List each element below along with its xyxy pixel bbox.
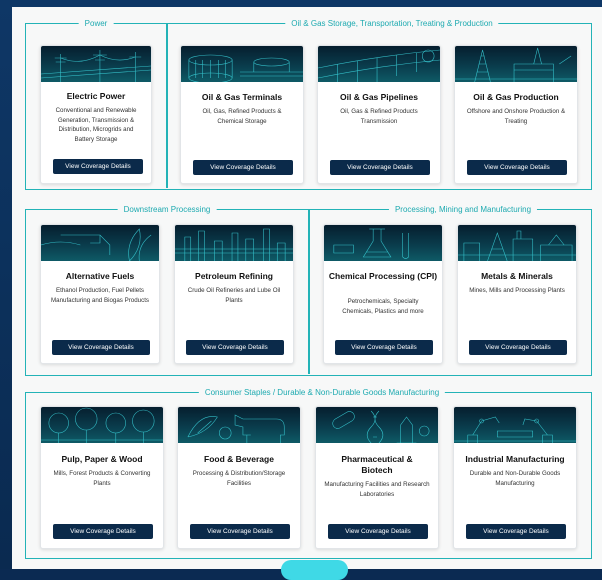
card-title: Oil & Gas Terminals [201,92,283,102]
card-title: Industrial Manufacturing [465,454,565,464]
fuel-nozzle-icon [41,225,159,261]
trees-icon [41,407,163,443]
card-metals-minerals: Metals & Minerals Mines, Mills and Proce… [457,224,577,364]
group-title-oilgas: Oil & Gas Storage, Transportation, Treat… [285,17,499,30]
card-oil-gas-production: Oil & Gas Production Offshore and Onshor… [454,45,578,184]
view-coverage-button[interactable]: View Coverage Details [469,340,567,355]
card-oil-gas-pipelines: Oil & Gas Pipelines Oil, Gas & Refined P… [317,45,441,184]
card-title: Pharmaceutical & Biotech [341,454,413,475]
view-coverage-button[interactable]: View Coverage Details [335,340,433,355]
card-title: Petroleum Refining [195,271,273,281]
card-electric-power: Electric Power Conventional and Renewabl… [40,45,152,184]
group-divider [166,24,168,188]
card-oil-gas-terminals: Oil & Gas Terminals Oil, Gas, Refined Pr… [180,45,304,184]
group-title-downstream: Downstream Processing [117,203,217,216]
card-title: Alternative Fuels [65,271,135,281]
mining-plant-icon [458,225,576,261]
card-description: Durable and Non-Durable Goods Manufactur… [469,470,561,487]
group-consumer-staples: Consumer Staples / Durable & Non-Durable… [25,386,592,559]
card-description: Oil, Gas, Refined Products & Chemical St… [202,108,282,125]
view-coverage-button[interactable]: View Coverage Details [467,160,567,175]
card-description: Ethanol Production, Fuel Pellets Manufac… [50,287,150,304]
group-title-consumer: Consumer Staples / Durable & Non-Durable… [198,386,446,399]
scroll-tab[interactable] [281,560,348,580]
pipeline-icon [318,46,440,82]
card-food-beverage: Food & Beverage Processing & Distributio… [177,406,301,549]
card-petroleum-refining: Petroleum Refining Crude Oil Refineries … [174,224,294,364]
group-divider [308,210,310,374]
storage-tank-icon [181,46,303,82]
view-coverage-button[interactable]: View Coverage Details [52,340,150,355]
pills-icon [316,407,438,443]
card-industrial-manufacturing: Industrial Manufacturing Durable and Non… [453,406,577,549]
group-power-oilgas: Power Oil & Gas Storage, Transportation,… [25,17,592,190]
card-title: Oil & Gas Pipelines [340,92,418,102]
refinery-icon [175,225,293,261]
card-pulp-paper-wood: Pulp, Paper & Wood Mills, Forest Product… [40,406,164,549]
card-description: Mills, Forest Products & Converting Plan… [53,470,151,487]
group-title-processing: Processing, Mining and Manufacturing [388,203,538,216]
card-description: Crude Oil Refineries and Lube Oil Plants [187,287,281,304]
card-description: Manufacturing Facilities and Research La… [324,481,430,498]
card-description: Offshore and Onshore Production & Treati… [466,108,566,125]
card-chemical-processing: Chemical Processing (CPI) Petrochemicals… [323,224,443,364]
robot-arm-icon [454,407,576,443]
power-lines-icon [41,46,151,82]
card-description: Conventional and Renewable Generation, T… [55,107,137,143]
card-description: Oil, Gas & Refined Products Transmission [340,108,418,125]
oil-rig-icon [455,46,577,82]
card-description: Mines, Mills and Processing Plants [469,287,565,294]
view-coverage-button[interactable]: View Coverage Details [328,524,428,539]
flask-icon [324,225,442,261]
card-title: Metals & Minerals [481,271,553,281]
group-title-power: Power [78,17,114,30]
card-title: Oil & Gas Production [473,92,559,102]
view-coverage-button[interactable]: View Coverage Details [186,340,284,355]
card-alternative-fuels: Alternative Fuels Ethanol Production, Fu… [40,224,160,364]
card-title: Food & Beverage [204,454,274,464]
cow-icon [178,407,300,443]
card-title: Pulp, Paper & Wood [61,454,143,464]
view-coverage-button[interactable]: View Coverage Details [193,160,293,175]
view-coverage-button[interactable]: View Coverage Details [53,524,153,539]
view-coverage-button[interactable]: View Coverage Details [466,524,566,539]
card-description: Petrochemicals, Specialty Chemicals, Pla… [342,298,424,315]
card-description: Processing & Distribution/Storage Facili… [192,470,286,487]
group-downstream-processing: Downstream Processing Processing, Mining… [25,203,592,376]
card-title: Chemical Processing (CPI) [328,271,438,281]
coverage-sheet: Power Oil & Gas Storage, Transportation,… [12,7,602,569]
view-coverage-button[interactable]: View Coverage Details [190,524,290,539]
card-pharmaceutical-biotech: Pharmaceutical & Biotech Manufacturing F… [315,406,439,549]
card-title: Electric Power [66,91,126,101]
view-coverage-button[interactable]: View Coverage Details [330,160,430,175]
view-coverage-button[interactable]: View Coverage Details [53,159,143,174]
